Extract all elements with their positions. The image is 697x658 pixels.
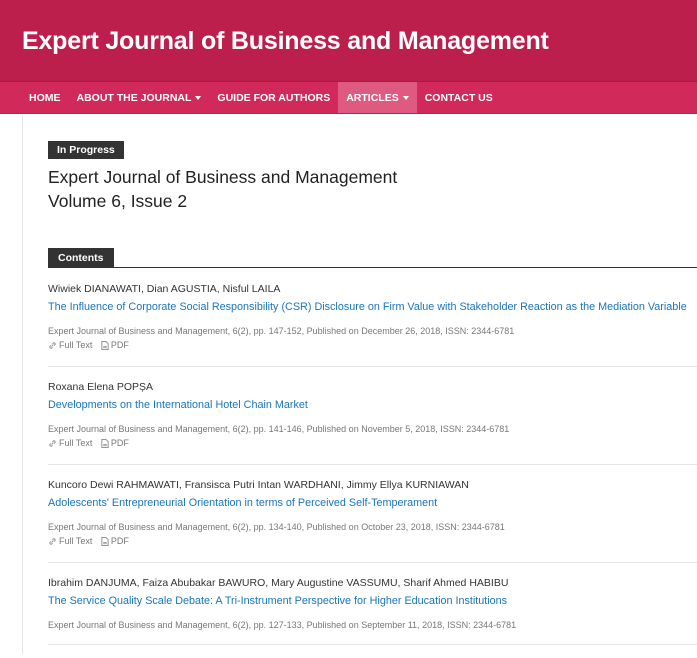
main-nav: HOME ABOUT THE JOURNAL GUIDE FOR AUTHORS…	[0, 82, 697, 114]
status-badge: In Progress	[48, 141, 124, 159]
link-icon	[49, 440, 56, 447]
article-title-link[interactable]: The Service Quality Scale Debate: A Tri-…	[48, 593, 697, 610]
pdf-link[interactable]: PDF	[101, 339, 129, 352]
nav-articles-label: ARTICLES	[346, 91, 399, 104]
article-meta: Expert Journal of Business and Managemen…	[48, 522, 505, 532]
pdf-link[interactable]: PDF	[101, 535, 129, 548]
nav-contact[interactable]: CONTACT US	[417, 82, 501, 113]
nav-articles[interactable]: ARTICLES	[338, 82, 417, 113]
pdf-file-icon	[101, 341, 109, 350]
pdf-file-icon	[101, 537, 109, 546]
nav-home-label: HOME	[29, 91, 61, 104]
nav-guide-label: GUIDE FOR AUTHORS	[217, 91, 331, 104]
article-title-link[interactable]: Adolescents' Entrepreneurial Orientation…	[48, 495, 697, 512]
main-content: In Progress Expert Journal of Business a…	[48, 140, 697, 645]
fulltext-label: Full Text	[59, 340, 93, 350]
article-links: Full Text PDF	[48, 535, 697, 550]
issue-volume: Volume 6, Issue 2	[48, 191, 188, 211]
pdf-link[interactable]: PDF	[101, 437, 129, 450]
article-authors: Wiwiek DIANAWATI, Dian AGUSTIA, Nisful L…	[48, 283, 281, 295]
article-item: Roxana Elena POPȘA Developments on the I…	[48, 380, 697, 465]
article-meta: Expert Journal of Business and Managemen…	[48, 620, 517, 630]
caret-down-icon	[195, 95, 202, 100]
article-meta: Expert Journal of Business and Managemen…	[48, 424, 510, 434]
article-links: Full Text PDF	[48, 437, 697, 452]
link-icon	[49, 538, 56, 545]
nav-about[interactable]: ABOUT THE JOURNAL	[69, 82, 210, 113]
fulltext-link[interactable]: Full Text	[48, 535, 92, 548]
article-item: Ibrahim DANJUMA, Faiza Abubakar BAWURO, …	[48, 576, 697, 645]
fulltext-label: Full Text	[59, 438, 93, 448]
article-meta: Expert Journal of Business and Managemen…	[48, 326, 515, 336]
fulltext-label: Full Text	[59, 536, 93, 546]
article-title-link[interactable]: The Influence of Corporate Social Respon…	[48, 299, 697, 316]
nav-home[interactable]: HOME	[21, 82, 69, 113]
nav-guide[interactable]: GUIDE FOR AUTHORS	[209, 82, 338, 113]
article-item: Kuncoro Dewi RAHMAWATI, Fransisca Putri …	[48, 478, 697, 563]
issue-title: Expert Journal of Business and Managemen…	[48, 165, 697, 213]
article-authors: Roxana Elena POPȘA	[48, 381, 154, 393]
pdf-label: PDF	[110, 438, 129, 448]
nav-about-label: ABOUT THE JOURNAL	[76, 91, 192, 104]
fulltext-link[interactable]: Full Text	[48, 437, 92, 450]
site-title[interactable]: Expert Journal of Business and Managemen…	[22, 27, 697, 56]
pdf-label: PDF	[110, 340, 129, 350]
contents-header: Contents	[48, 248, 697, 268]
site-header: Expert Journal of Business and Managemen…	[0, 0, 697, 82]
fulltext-link[interactable]: Full Text	[48, 339, 92, 352]
article-links: Full Text PDF	[48, 339, 697, 354]
article-authors: Kuncoro Dewi RAHMAWATI, Fransisca Putri …	[48, 479, 469, 491]
caret-down-icon	[402, 95, 409, 100]
article-authors: Ibrahim DANJUMA, Faiza Abubakar BAWURO, …	[48, 577, 509, 589]
article-title-link[interactable]: Developments on the International Hotel …	[48, 397, 697, 414]
pdf-label: PDF	[110, 536, 129, 546]
link-icon	[49, 342, 56, 349]
article-item: Wiwiek DIANAWATI, Dian AGUSTIA, Nisful L…	[48, 282, 697, 367]
article-list: Wiwiek DIANAWATI, Dian AGUSTIA, Nisful L…	[48, 282, 697, 658]
issue-journal: Expert Journal of Business and Managemen…	[48, 167, 398, 187]
contents-label: Contents	[48, 248, 114, 268]
nav-contact-label: CONTACT US	[424, 91, 493, 104]
pdf-file-icon	[101, 439, 109, 448]
